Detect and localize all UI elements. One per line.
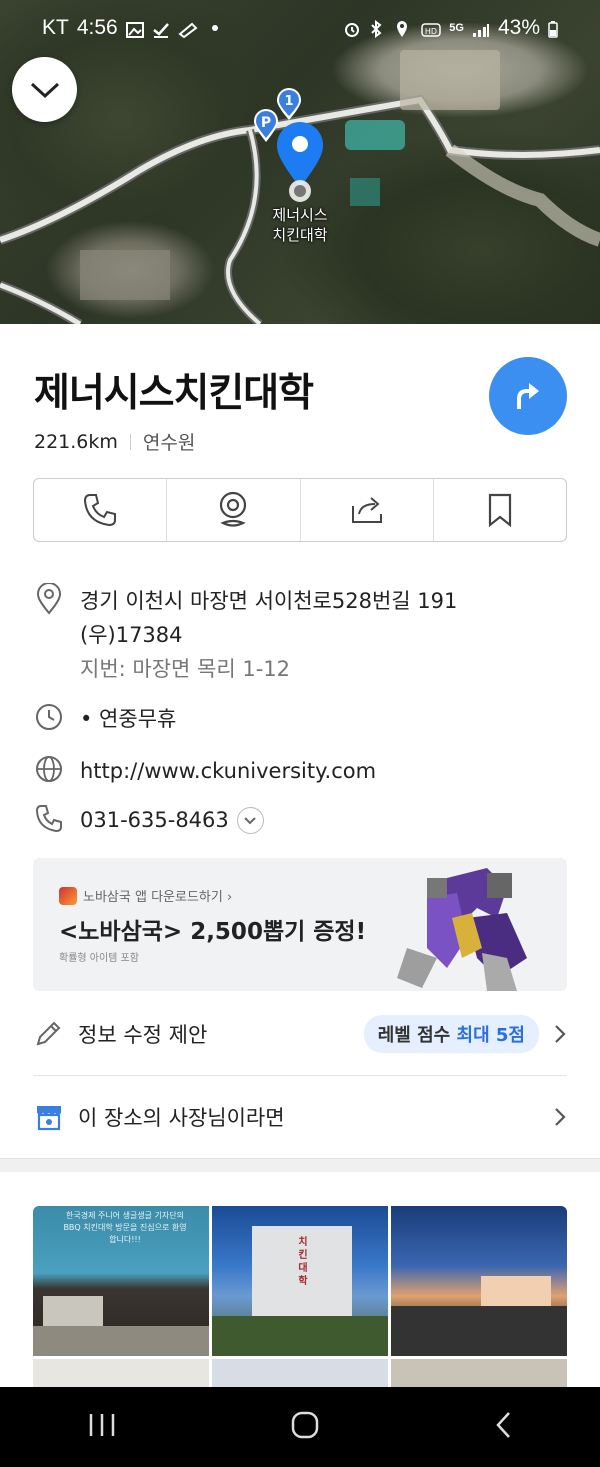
system-nav-bar [0, 1387, 600, 1467]
chevron-right-icon [555, 1025, 566, 1043]
level-score-badge: 레벨 점수 최대 5점 [363, 1015, 539, 1053]
collapse-map-button[interactable] [12, 57, 77, 122]
gallery-icon [125, 20, 144, 38]
chevron-down-icon [244, 816, 256, 824]
collapse-chevron-icon [30, 82, 59, 98]
lot-address: 지번: 마장면 목리 1-12 [80, 657, 291, 681]
directions-button[interactable] [489, 357, 567, 435]
divider [33, 1075, 567, 1076]
phone-expand-button[interactable] [236, 807, 264, 834]
section-separator [0, 1158, 600, 1172]
bookmark-icon [488, 493, 511, 528]
network-label: 5G [449, 22, 464, 34]
chevron-right-icon [555, 1108, 566, 1126]
place-subtitle: 221.6km 연수원 [34, 428, 195, 455]
ticket-icon [178, 20, 198, 39]
numbered-marker-label: 1 [284, 94, 293, 109]
share-icon [351, 497, 382, 523]
photo-thumbnail[interactable] [391, 1359, 567, 1387]
map-place-label: 제너시스 치킨대학 [272, 206, 328, 244]
postal-code: (우)17384 [80, 623, 183, 647]
suggest-edit-label: 정보 수정 제안 [78, 1023, 208, 1047]
back-button[interactable] [493, 1410, 513, 1444]
hours-row[interactable]: • 연중무휴 [34, 702, 176, 736]
phone-icon [34, 803, 64, 833]
check-icon [152, 20, 170, 38]
street-view-button[interactable] [167, 479, 301, 541]
photo-thumbnail[interactable]: 치킨대학 [212, 1206, 388, 1356]
location-icon [395, 20, 413, 37]
notification-dot-icon [211, 25, 218, 31]
phone-icon [84, 494, 117, 527]
phone-row: 031-635-8463 [34, 803, 264, 837]
battery-label: 43% [497, 16, 540, 39]
ad-headline: <노바삼국> 2,500뽑기 증정! [59, 919, 367, 945]
website-link[interactable]: http://www.ckuniversity.com [80, 754, 376, 788]
time-label: 4:56 [76, 16, 118, 39]
app-logo-icon [59, 886, 77, 905]
website-row: http://www.ckuniversity.com [34, 754, 376, 788]
signal-icon [472, 20, 490, 37]
streetview-icon [220, 491, 247, 527]
status-bar: KT 4:56 HD 5G 43% [0, 0, 600, 56]
location-pin-icon [34, 583, 64, 615]
distance-label: 221.6km [34, 430, 118, 453]
place-pin-icon [275, 120, 325, 206]
place-title: 제너시스치킨대학 [34, 371, 314, 416]
ad-banner[interactable]: 노바삼국 앱 다운로드하기 › <노바삼국> 2,500뽑기 증정! 확률형 아… [33, 858, 567, 991]
call-button[interactable] [34, 479, 168, 541]
parking-marker-label: P [261, 115, 271, 131]
phone-number-link[interactable]: 031-635-8463 [80, 803, 229, 837]
recent-apps-icon [89, 1414, 114, 1436]
home-icon [291, 1411, 319, 1439]
route-arrow-icon [517, 383, 539, 409]
save-bookmark-button[interactable] [434, 479, 566, 541]
address-row: 경기 이천시 마장면 서이천로528번길 191 (우)17384 지번: 마장… [34, 583, 457, 686]
ad-fine-print: 확률형 아이템 포함 [59, 953, 139, 964]
owner-row[interactable]: 이 장소의 사장님이라면 [34, 1094, 567, 1140]
hd-icon: HD [421, 20, 442, 37]
clock-icon [34, 702, 64, 732]
alarm-icon [343, 20, 361, 37]
pencil-icon [36, 1021, 61, 1046]
photo-thumbnail[interactable] [212, 1359, 388, 1387]
hours-text: • 연중무휴 [80, 707, 177, 731]
owner-label: 이 장소의 사장님이라면 [78, 1106, 285, 1130]
photo-thumbnail[interactable] [391, 1206, 567, 1356]
ad-app-line: 노바삼국 앱 다운로드하기 › [59, 886, 232, 905]
svg-text:HD: HD [425, 27, 437, 36]
photo-grid: 한국경제 주니어 생글생글 기자단의 BBQ 치킨대학 방문을 진심으로 환영합… [33, 1206, 567, 1387]
map-view[interactable]: KT 4:56 HD 5G 43% P 1 제너시스 치킨대학 [0, 0, 600, 324]
battery-icon [548, 20, 558, 38]
bluetooth-icon [369, 20, 387, 38]
back-icon [496, 1412, 511, 1438]
divider [129, 433, 131, 450]
address-text[interactable]: 경기 이천시 마장면 서이천로528번길 191 [80, 584, 457, 618]
photo-thumbnail[interactable] [33, 1359, 209, 1387]
category-label: 연수원 [142, 432, 196, 454]
recent-apps-button[interactable] [87, 1412, 117, 1442]
suggest-edit-row[interactable]: 정보 수정 제안 레벨 점수 최대 5점 [34, 1010, 567, 1058]
ad-robot-image [397, 868, 527, 991]
home-button[interactable] [290, 1410, 320, 1444]
carrier-label: KT [42, 16, 69, 39]
store-icon [37, 1106, 61, 1131]
globe-icon [34, 754, 64, 784]
photo-thumbnail[interactable]: 한국경제 주니어 생글생글 기자단의 BBQ 치킨대학 방문을 진심으로 환영합… [33, 1206, 209, 1356]
share-button[interactable] [301, 479, 434, 541]
action-bar [33, 478, 567, 542]
